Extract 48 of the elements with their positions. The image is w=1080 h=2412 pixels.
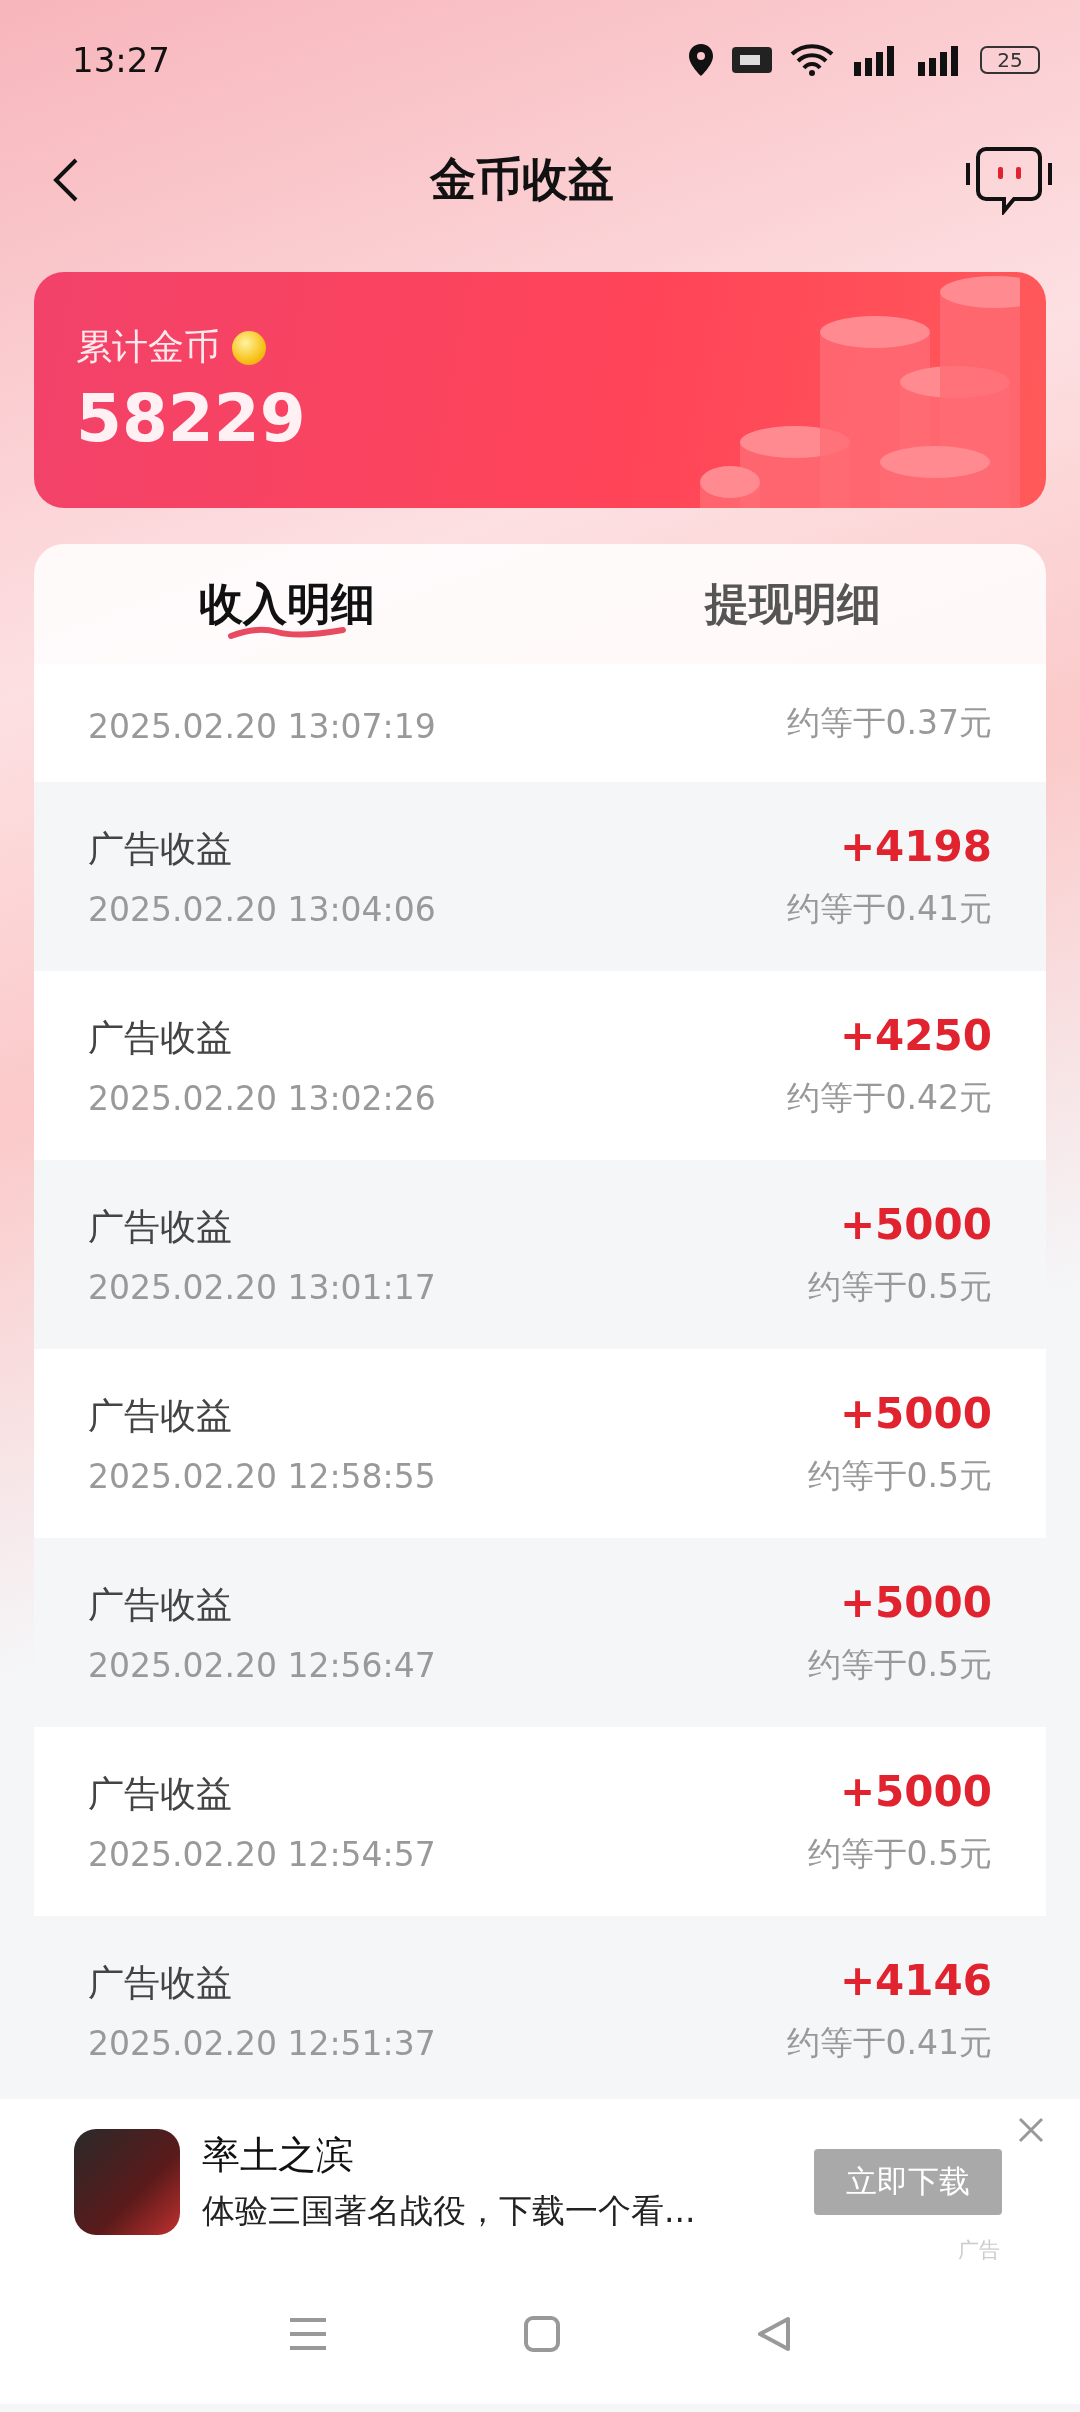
- customer-service-icon[interactable]: [964, 145, 1054, 215]
- record-time: 2025.02.20 12:54:57: [88, 1834, 436, 1874]
- coin-total: 58229: [76, 380, 306, 457]
- yuan-equivalent: 约等于0.42元: [786, 1076, 992, 1119]
- coin-amount: +5000: [839, 1577, 992, 1627]
- record-title: 广告收益: [88, 1771, 233, 1816]
- coin-amount: +4146: [839, 1955, 992, 2005]
- coin-icon: [232, 330, 266, 365]
- tab[interactable]: 提现明细: [540, 544, 1046, 664]
- app-icon: [74, 2128, 180, 2235]
- yuan-equivalent: 约等于0.41元: [786, 887, 992, 930]
- record-time: 2025.02.20 13:02:26: [88, 1078, 436, 1118]
- yuan-equivalent: 约等于0.41元: [786, 2021, 992, 2064]
- record-title: 广告收益: [88, 1204, 233, 1249]
- coin-amount: +5000: [839, 1766, 992, 1816]
- yuan-equivalent: 约等于0.5元: [807, 1832, 992, 1875]
- yuan-equivalent: 约等于0.5元: [807, 1265, 992, 1308]
- record-time: 2025.02.20 12:56:47: [88, 1645, 436, 1685]
- close-icon[interactable]: [1018, 2117, 1044, 2143]
- yuan-equivalent: 约等于0.37元: [786, 702, 992, 744]
- back-nav-icon[interactable]: [756, 2316, 792, 2352]
- summary-label: 累计金币: [76, 325, 220, 369]
- yuan-equivalent: 约等于0.5元: [807, 1454, 992, 1497]
- record-title: 广告收益: [88, 1393, 233, 1438]
- wifi-icon: [790, 44, 834, 76]
- tab[interactable]: 收入明细: [34, 544, 540, 664]
- record-time: 2025.02.20 12:51:37: [88, 2023, 436, 2063]
- coin-amount: +5000: [839, 1199, 992, 1249]
- record-time: 2025.02.20 13:04:06: [88, 889, 436, 929]
- coin-amount: +5000: [839, 1388, 992, 1438]
- record-title: 广告收益: [88, 1582, 233, 1627]
- location-icon: [688, 43, 714, 77]
- record-title: 广告收益: [88, 826, 233, 871]
- record-time: 2025.02.20 12:58:55: [88, 1456, 436, 1496]
- menu-icon[interactable]: [288, 2316, 328, 2352]
- coin-amount: +4250: [839, 1010, 992, 1060]
- yuan-equivalent: 约等于0.5元: [807, 1643, 992, 1686]
- coin-amount: +4198: [839, 821, 992, 871]
- battery-icon: 25: [980, 46, 1040, 74]
- record-title: 广告收益: [88, 1960, 233, 2005]
- page-title: 金币收益: [430, 151, 614, 208]
- record-time: 2025.02.20 13:01:17: [88, 1267, 436, 1307]
- record-time: 2025.02.20 13:07:19: [88, 707, 436, 746]
- ad-title: 率土之滨: [202, 2131, 355, 2179]
- home-icon[interactable]: [524, 2316, 560, 2352]
- ad-description: 体验三国著名战役，下载一个看...: [202, 2189, 697, 2232]
- status-time: 13:27: [72, 40, 170, 80]
- record-title: 广告收益: [88, 1015, 233, 1060]
